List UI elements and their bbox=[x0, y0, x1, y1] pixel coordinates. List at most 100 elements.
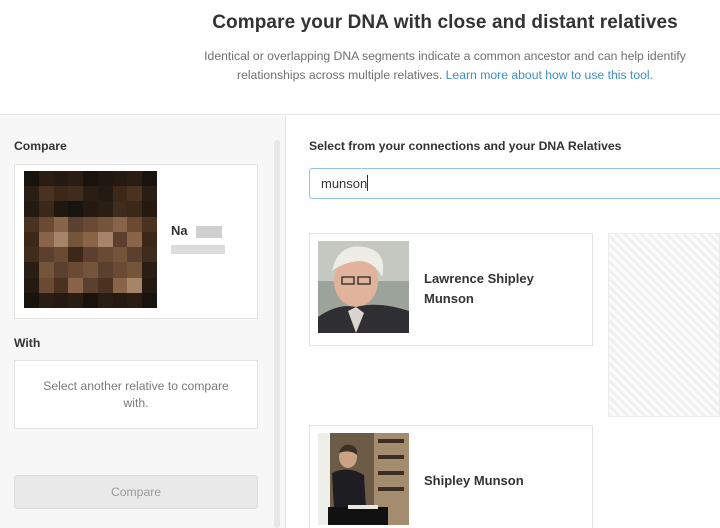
photo-pixel bbox=[68, 247, 84, 263]
relative-name: Lawrence Shipley Munson bbox=[424, 271, 534, 306]
photo-pixel bbox=[97, 186, 113, 202]
subtitle-line-1: Identical or overlapping DNA segments in… bbox=[204, 49, 686, 63]
photo-pixel bbox=[97, 292, 113, 308]
photo-pixel bbox=[38, 292, 54, 308]
relative-name: Shipley Munson bbox=[424, 473, 524, 488]
photo-pixel bbox=[112, 231, 128, 248]
photo-pixel bbox=[53, 171, 69, 187]
photo-pixel bbox=[127, 201, 143, 217]
compare-label: Compare bbox=[14, 139, 67, 153]
photo-pixel bbox=[83, 171, 98, 187]
photo-pixel bbox=[53, 216, 69, 232]
photo-pixel bbox=[53, 262, 69, 278]
compare-person-card[interactable]: Na bbox=[14, 164, 258, 319]
sidebar-scrollbar[interactable] bbox=[274, 140, 280, 528]
portrait-man-glasses bbox=[318, 241, 409, 333]
photo-pixel bbox=[38, 262, 54, 278]
photo-pixel bbox=[24, 247, 39, 263]
photo-pixel bbox=[142, 216, 157, 232]
photo-pixel bbox=[97, 201, 113, 217]
page-title: Compare your DNA with close and distant … bbox=[212, 12, 678, 33]
photo-pixel bbox=[127, 262, 143, 278]
relative-photo bbox=[318, 433, 409, 525]
photo-pixel bbox=[97, 277, 113, 293]
photo-pixel bbox=[127, 171, 143, 187]
photo-pixel bbox=[38, 247, 54, 263]
relative-result-card[interactable]: Shipley Munson bbox=[309, 425, 593, 528]
photo-pixel bbox=[53, 186, 69, 202]
photo-pixel bbox=[97, 171, 113, 187]
compare-person-name: Na bbox=[171, 223, 188, 238]
photo-pixel bbox=[68, 277, 84, 293]
compare-button[interactable]: Compare bbox=[14, 475, 258, 509]
photo-pixel bbox=[38, 216, 54, 232]
photo-pixel bbox=[68, 262, 84, 278]
photo-pixel bbox=[24, 292, 39, 308]
photo-pixel bbox=[24, 201, 39, 217]
photo-pixel bbox=[83, 201, 98, 217]
photo-pixel bbox=[38, 186, 54, 202]
pixelated-profile-photo bbox=[24, 171, 157, 308]
photo-pixel bbox=[38, 277, 54, 293]
select-relative-placeholder[interactable]: Select another relative to compare with. bbox=[14, 360, 258, 429]
photo-pixel bbox=[142, 247, 157, 263]
photo-pixel bbox=[53, 292, 69, 308]
photo-pixel bbox=[127, 231, 143, 248]
blurred-name-text bbox=[196, 226, 222, 238]
photo-pixel bbox=[38, 231, 54, 248]
loading-placeholder-card bbox=[608, 233, 720, 417]
photo-pixel bbox=[127, 277, 143, 293]
photo-pixel bbox=[83, 292, 98, 308]
photo-pixel bbox=[68, 216, 84, 232]
photo-pixel bbox=[24, 277, 39, 293]
photo-pixel bbox=[83, 247, 98, 263]
photo-pixel bbox=[112, 247, 128, 263]
photo-pixel bbox=[24, 186, 39, 202]
photo-pixel bbox=[97, 216, 113, 232]
photo-pixel bbox=[112, 186, 128, 202]
relative-search-input[interactable] bbox=[309, 168, 720, 199]
photo-pixel bbox=[112, 262, 128, 278]
photo-pixel bbox=[68, 292, 84, 308]
photo-pixel bbox=[142, 201, 157, 217]
photo-pixel bbox=[112, 292, 128, 308]
photo-pixel bbox=[24, 262, 39, 278]
photo-pixel bbox=[53, 231, 69, 248]
learn-more-link[interactable]: Learn more about how to use this tool. bbox=[446, 68, 653, 82]
photo-pixel bbox=[83, 186, 98, 202]
photo-pixel bbox=[112, 171, 128, 187]
relative-photo bbox=[318, 241, 409, 333]
photo-pixel bbox=[127, 292, 143, 308]
photo-pixel bbox=[24, 171, 39, 187]
photo-pixel bbox=[127, 216, 143, 232]
photo-pixel bbox=[83, 231, 98, 248]
select-connections-label: Select from your connections and your DN… bbox=[309, 139, 622, 153]
photo-pixel bbox=[68, 186, 84, 202]
photo-pixel bbox=[53, 247, 69, 263]
photo-pixel bbox=[53, 201, 69, 217]
photo-pixel bbox=[83, 262, 98, 278]
subtitle-line-2: relationships across multiple relatives. bbox=[237, 68, 443, 82]
photo-pixel bbox=[68, 201, 84, 217]
blurred-detail-text bbox=[171, 245, 225, 254]
photo-pixel bbox=[142, 292, 157, 308]
photo-pixel bbox=[68, 231, 84, 248]
photo-pixel bbox=[127, 186, 143, 202]
photo-pixel bbox=[112, 216, 128, 232]
photo-pixel bbox=[97, 247, 113, 263]
text-caret bbox=[367, 175, 368, 191]
photo-pixel bbox=[24, 231, 39, 248]
photo-pixel bbox=[112, 277, 128, 293]
with-label: With bbox=[14, 336, 41, 350]
portrait-man-piano bbox=[318, 433, 409, 525]
photo-pixel bbox=[38, 171, 54, 187]
photo-pixel bbox=[142, 186, 157, 202]
photo-pixel bbox=[97, 262, 113, 278]
photo-pixel bbox=[142, 262, 157, 278]
photo-pixel bbox=[24, 216, 39, 232]
photo-pixel bbox=[38, 201, 54, 217]
photo-pixel bbox=[53, 277, 69, 293]
photo-pixel bbox=[142, 277, 157, 293]
page-subtitle: Identical or overlapping DNA segments in… bbox=[170, 47, 720, 85]
relative-result-card[interactable]: Lawrence Shipley Munson bbox=[309, 233, 593, 346]
